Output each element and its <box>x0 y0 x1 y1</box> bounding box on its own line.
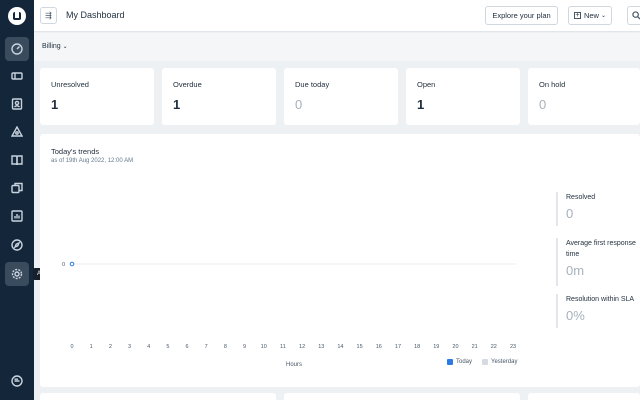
workspace-bar: Billing ⌄ <box>34 33 640 61</box>
x-tick-label: 0 <box>70 344 73 350</box>
metric-value: 0% <box>566 308 585 323</box>
sidebar-item-solutions[interactable] <box>5 148 29 172</box>
card-due-today[interactable]: Due today 0 <box>284 68 398 125</box>
metric-value: 0 <box>566 206 574 221</box>
x-tick-label: 11 <box>280 344 286 350</box>
x-tick-label: 17 <box>395 344 401 350</box>
tickets-icon <box>11 72 23 80</box>
card-label: Unresolved <box>51 80 89 89</box>
sidebar-item-dashboard[interactable] <box>5 37 29 61</box>
card-overdue[interactable]: Overdue 1 <box>162 68 276 125</box>
bottom-card <box>284 393 520 400</box>
metric-sla: Resolution within SLA 0% <box>556 294 640 328</box>
explore-plan-button[interactable]: Explore your plan <box>485 6 558 25</box>
sidebar: Admin <box>0 0 59 400</box>
chat-icon <box>11 375 23 387</box>
x-tick-label: 20 <box>452 344 458 350</box>
sidebar-item-tickets[interactable] <box>5 64 29 88</box>
card-label: Open <box>417 80 436 89</box>
workspace-label: Billing <box>42 43 61 50</box>
card-value: 0 <box>539 97 547 112</box>
legend-swatch-today <box>447 359 453 365</box>
x-tick-label: 14 <box>337 344 343 350</box>
x-tick-label: 9 <box>243 344 246 350</box>
x-tick-label: 19 <box>433 344 439 350</box>
x-axis-title: Hours <box>286 362 302 368</box>
trends-panel: Today's trends as of 19th Aug 2022, 12:0… <box>40 134 640 387</box>
contacts-icon <box>11 98 23 110</box>
x-tick-label: 7 <box>205 344 208 350</box>
card-label: Due today <box>295 80 330 89</box>
legend-label-yesterday: Yesterday <box>491 359 518 365</box>
x-tick-label: 16 <box>376 344 382 350</box>
x-tick-label: 12 <box>299 344 305 350</box>
sidebar-item-reports[interactable] <box>5 204 29 228</box>
card-label: Overdue <box>173 80 202 89</box>
sidebar-item-groups[interactable] <box>5 120 29 144</box>
x-tick-label: 22 <box>491 344 497 350</box>
sidebar-item-chat[interactable] <box>5 369 29 393</box>
x-tick-label: 10 <box>261 344 267 350</box>
card-on-hold[interactable]: On hold 0 <box>528 68 640 125</box>
bottom-card <box>528 393 640 400</box>
x-tick-label: 8 <box>224 344 227 350</box>
workspace-dropdown[interactable]: Billing ⌄ <box>42 43 68 50</box>
card-value: 0 <box>295 97 303 112</box>
series-point-today[interactable] <box>69 261 75 267</box>
card-value: 1 <box>417 97 425 112</box>
page-title: My Dashboard <box>66 10 125 20</box>
app-logo-icon[interactable] <box>8 7 26 25</box>
x-tick-label: 3 <box>128 344 131 350</box>
plus-box-icon: + <box>573 12 581 19</box>
metric-resolved: Resolved 0 <box>556 192 640 226</box>
sidebar-item-discover[interactable] <box>5 233 29 257</box>
admin-gear-icon <box>11 268 23 280</box>
card-unresolved[interactable]: Unresolved 1 <box>40 68 154 125</box>
metric-label: Resolved <box>566 194 596 201</box>
x-tick-label: 13 <box>318 344 324 350</box>
bottom-card <box>40 393 276 400</box>
card-open[interactable]: Open 1 <box>406 68 520 125</box>
trends-chart: 00 1 2 3 4 5 6 7 8 9 10 11 12 13 14 15 16 17 18 19 20 21 22 23H… <box>62 261 516 368</box>
x-tick-label: 6 <box>186 344 189 350</box>
x-tick-label: 4 <box>147 344 150 350</box>
x-tick-label: 21 <box>472 344 478 350</box>
new-button-label: New <box>583 11 599 20</box>
x-tick-label: 2 <box>109 344 112 350</box>
top-bar: ⇶ My Dashboard Explore your plan + New ⌄ <box>34 0 640 32</box>
search-icon <box>632 11 640 20</box>
compass-icon <box>11 239 23 251</box>
sparkle-filter-icon[interactable]: ⇶ <box>40 7 57 24</box>
x-tick-label: 18 <box>414 344 420 350</box>
reports-icon <box>11 210 23 222</box>
legend-label-today: Today <box>456 359 473 365</box>
chevron-down-icon: ⌄ <box>62 44 68 50</box>
x-tick-label: 1 <box>90 344 93 350</box>
legend-today[interactable]: Today <box>447 359 472 365</box>
metric-label: Resolution within SLA <box>566 296 635 303</box>
solutions-icon <box>11 155 23 166</box>
groups-icon <box>11 126 23 137</box>
x-tick-label: 15 <box>357 344 363 350</box>
legend-swatch-yesterday <box>482 359 488 365</box>
chevron-down-icon: ⌄ <box>600 13 607 19</box>
card-value: 1 <box>173 97 181 112</box>
sidebar-item-contacts[interactable] <box>5 92 29 116</box>
card-value: 1 <box>51 97 59 112</box>
metric-value: 0m <box>566 263 585 278</box>
sidebar-item-forums[interactable] <box>5 176 29 200</box>
sidebar-item-admin[interactable] <box>5 262 29 286</box>
forums-icon <box>11 182 23 194</box>
y-tick-label: 0 <box>62 262 65 268</box>
metric-label: Average first response time <box>566 240 636 258</box>
card-label: On hold <box>539 80 566 89</box>
x-tick-label: 23 <box>510 344 516 350</box>
x-tick-label: 5 <box>166 344 169 350</box>
legend-yesterday[interactable]: Yesterday <box>482 359 517 365</box>
search-button[interactable] <box>627 6 640 25</box>
metric-first-response: Average first response time 0m <box>556 238 640 286</box>
dashboard-icon <box>11 43 23 55</box>
new-button[interactable]: + New ⌄ <box>568 6 612 25</box>
